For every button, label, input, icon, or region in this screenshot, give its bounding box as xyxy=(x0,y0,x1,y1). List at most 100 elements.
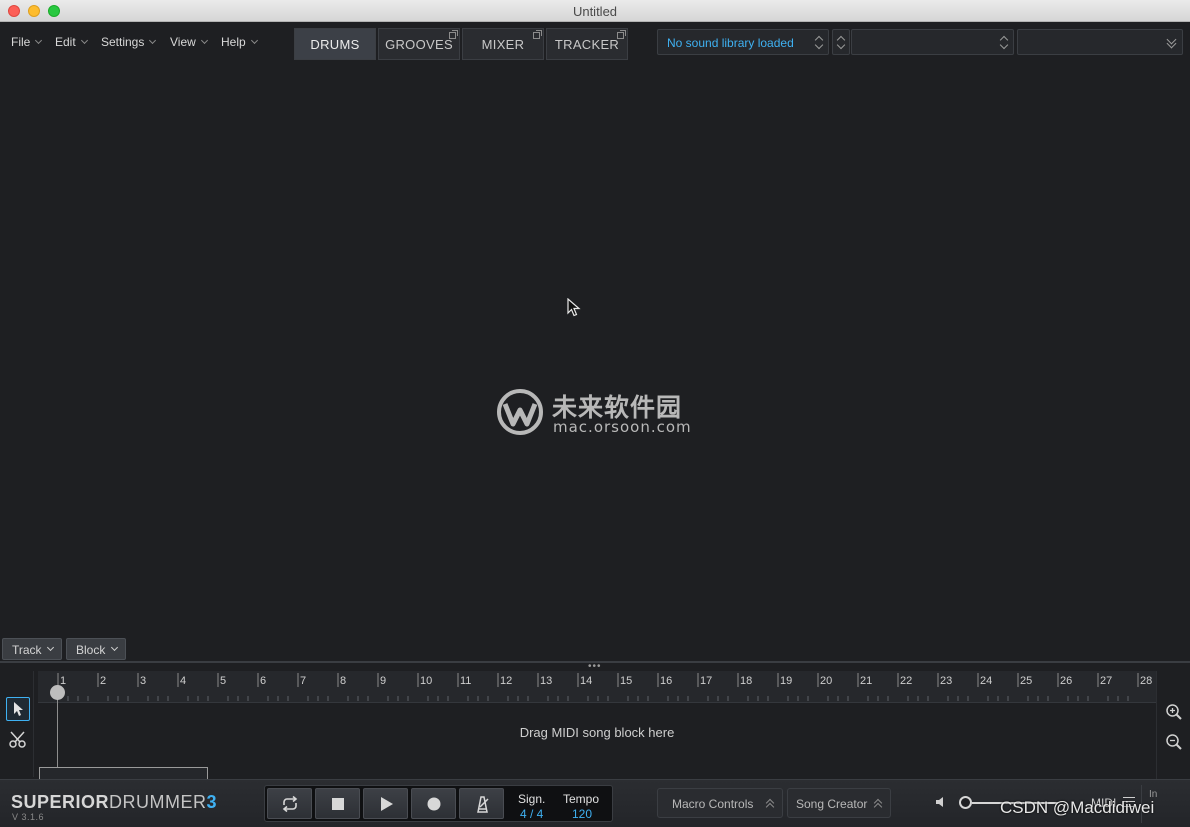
zoom-out-icon[interactable] xyxy=(1165,733,1183,751)
popout-icon[interactable] xyxy=(533,30,542,39)
arrow-pointer-icon xyxy=(14,702,23,716)
menu-file[interactable]: File xyxy=(11,35,43,49)
signature-label: Sign. xyxy=(518,792,546,806)
stop-button[interactable] xyxy=(315,788,360,819)
bar-number: 15 xyxy=(620,675,632,687)
sound-library-select[interactable]: No sound library loaded xyxy=(657,29,829,55)
chevron-down-icon xyxy=(250,36,258,45)
tool-column xyxy=(3,671,34,777)
bar-number: 10 xyxy=(420,675,432,687)
bar-ruler[interactable]: 1 2 3 4 5 6 7 8 9 10 11 12 13 14 15 16 17 18 19 20 21 22 23 24 2… xyxy=(38,671,1156,703)
watermark-url: mac.orsoon.com xyxy=(553,418,692,436)
up-down-arrows-icon xyxy=(815,35,822,50)
popout-icon[interactable] xyxy=(449,30,458,39)
preset-stepper[interactable] xyxy=(832,29,850,55)
tempo-label: Tempo xyxy=(563,792,600,806)
bar-number: 24 xyxy=(980,675,992,687)
menu-help[interactable]: Help xyxy=(221,35,258,49)
bar-number: 13 xyxy=(540,675,552,687)
bar-number: 25 xyxy=(1020,675,1032,687)
bar-number: 19 xyxy=(780,675,792,687)
secondary-select[interactable] xyxy=(1017,29,1183,55)
bar-number: 2 xyxy=(100,675,106,687)
bar-number: 18 xyxy=(740,675,752,687)
bar-number: 14 xyxy=(580,675,592,687)
ruler-ticks: 1 2 3 4 5 6 7 8 9 10 11 12 13 14 15 16 17 18 19 20 21 22 23 24 2… xyxy=(57,673,1152,701)
window-title: Untitled xyxy=(572,4,618,19)
resize-grip-icon[interactable]: ••• xyxy=(588,662,602,672)
transport-controls: Sign. 4 / 4 Tempo 120 xyxy=(264,785,613,822)
menu-edit[interactable]: Edit xyxy=(55,35,88,49)
playhead-handle[interactable] xyxy=(50,685,65,700)
preset-select[interactable] xyxy=(851,29,1014,55)
watermark: 未来软件园 mac.orsoon.com xyxy=(496,388,696,438)
chevron-down-icon xyxy=(110,643,119,652)
signature-tempo-display[interactable]: Sign. 4 / 4 Tempo 120 xyxy=(509,788,611,821)
transport-bar: SUPERIORDRUMMER3 V 3.1.6 Sign. 4 / 4 Tem… xyxy=(0,779,1190,827)
bar-number: 3 xyxy=(140,675,146,687)
menu-settings[interactable]: Settings xyxy=(101,35,157,49)
zoom-controls xyxy=(1156,671,1190,781)
bar-number: 17 xyxy=(700,675,712,687)
bar-number: 4 xyxy=(180,675,186,687)
chevron-down-icon xyxy=(200,36,208,45)
double-chevron-up-icon xyxy=(766,799,774,809)
app-window: Untitled File Edit Settings View Help DR… xyxy=(0,0,1190,827)
song-track-panel: ••• 1 2 3 4 5 6 7 8 9 10 11 12 13 14 15 16 17 18 19 20 21 22 2… xyxy=(0,661,1190,781)
volume-slider-handle[interactable] xyxy=(959,796,972,809)
double-chevron-up-icon xyxy=(874,799,882,809)
song-creator-button[interactable]: Song Creator xyxy=(787,788,891,818)
chevron-down-icon xyxy=(80,36,88,45)
title-bar: Untitled xyxy=(0,0,1190,22)
record-icon xyxy=(427,797,441,811)
zoom-in-icon[interactable] xyxy=(1165,703,1183,721)
bar-number: 27 xyxy=(1100,675,1112,687)
drop-hint: Drag MIDI song block here xyxy=(519,725,675,740)
metronome-button[interactable] xyxy=(459,788,504,819)
play-icon xyxy=(381,797,393,811)
scissors-icon xyxy=(9,731,26,748)
bar-number: 22 xyxy=(900,675,912,687)
stop-icon xyxy=(332,798,344,810)
tab-grooves[interactable]: GROOVES xyxy=(378,28,460,60)
chevron-down-icon xyxy=(46,643,55,652)
top-bar: File Edit Settings View Help DRUMS GROOV… xyxy=(0,22,1190,62)
tempo-value[interactable]: 120 xyxy=(572,807,592,821)
song-lane[interactable]: Drag MIDI song block here xyxy=(38,703,1156,767)
tab-drums[interactable]: DRUMS xyxy=(294,28,376,60)
popout-icon[interactable] xyxy=(617,30,626,39)
bar-number: 5 xyxy=(220,675,226,687)
metronome-icon xyxy=(477,796,489,813)
play-button[interactable] xyxy=(363,788,408,819)
bar-number: 21 xyxy=(860,675,872,687)
bar-number: 23 xyxy=(940,675,952,687)
main-area: 未来软件园 mac.orsoon.com xyxy=(0,62,1190,636)
tab-tracker[interactable]: TRACKER xyxy=(546,28,628,60)
menu-view[interactable]: View xyxy=(170,35,208,49)
bar-number: 8 xyxy=(340,675,346,687)
signature-value[interactable]: 4 / 4 xyxy=(520,807,543,821)
bar-number: 6 xyxy=(260,675,266,687)
select-tool-button[interactable] xyxy=(6,697,30,721)
track-menu-button[interactable]: Track xyxy=(2,638,62,660)
up-down-arrows-icon xyxy=(1000,35,1007,50)
block-menu-button[interactable]: Block xyxy=(66,638,126,660)
up-down-arrows-icon xyxy=(837,35,844,50)
chevron-down-icon xyxy=(149,36,157,45)
macro-controls-button[interactable]: Macro Controls xyxy=(657,788,783,818)
brand-logo: SUPERIORDRUMMER3 xyxy=(11,792,218,812)
loop-button[interactable] xyxy=(267,788,312,819)
bar-number: 20 xyxy=(820,675,832,687)
bar-number: 7 xyxy=(300,675,306,687)
playhead-line xyxy=(57,693,58,767)
bar-number: 11 xyxy=(460,675,471,687)
bar-number: 9 xyxy=(380,675,386,687)
watermark-logo-icon xyxy=(497,389,543,435)
loop-icon xyxy=(282,795,298,813)
mouse-cursor-icon xyxy=(567,298,581,317)
scissors-tool-button[interactable] xyxy=(7,729,29,751)
record-button[interactable] xyxy=(411,788,456,819)
tab-mixer[interactable]: MIXER xyxy=(462,28,544,60)
bar-number: 12 xyxy=(500,675,512,687)
chevron-down-icon xyxy=(35,36,43,45)
